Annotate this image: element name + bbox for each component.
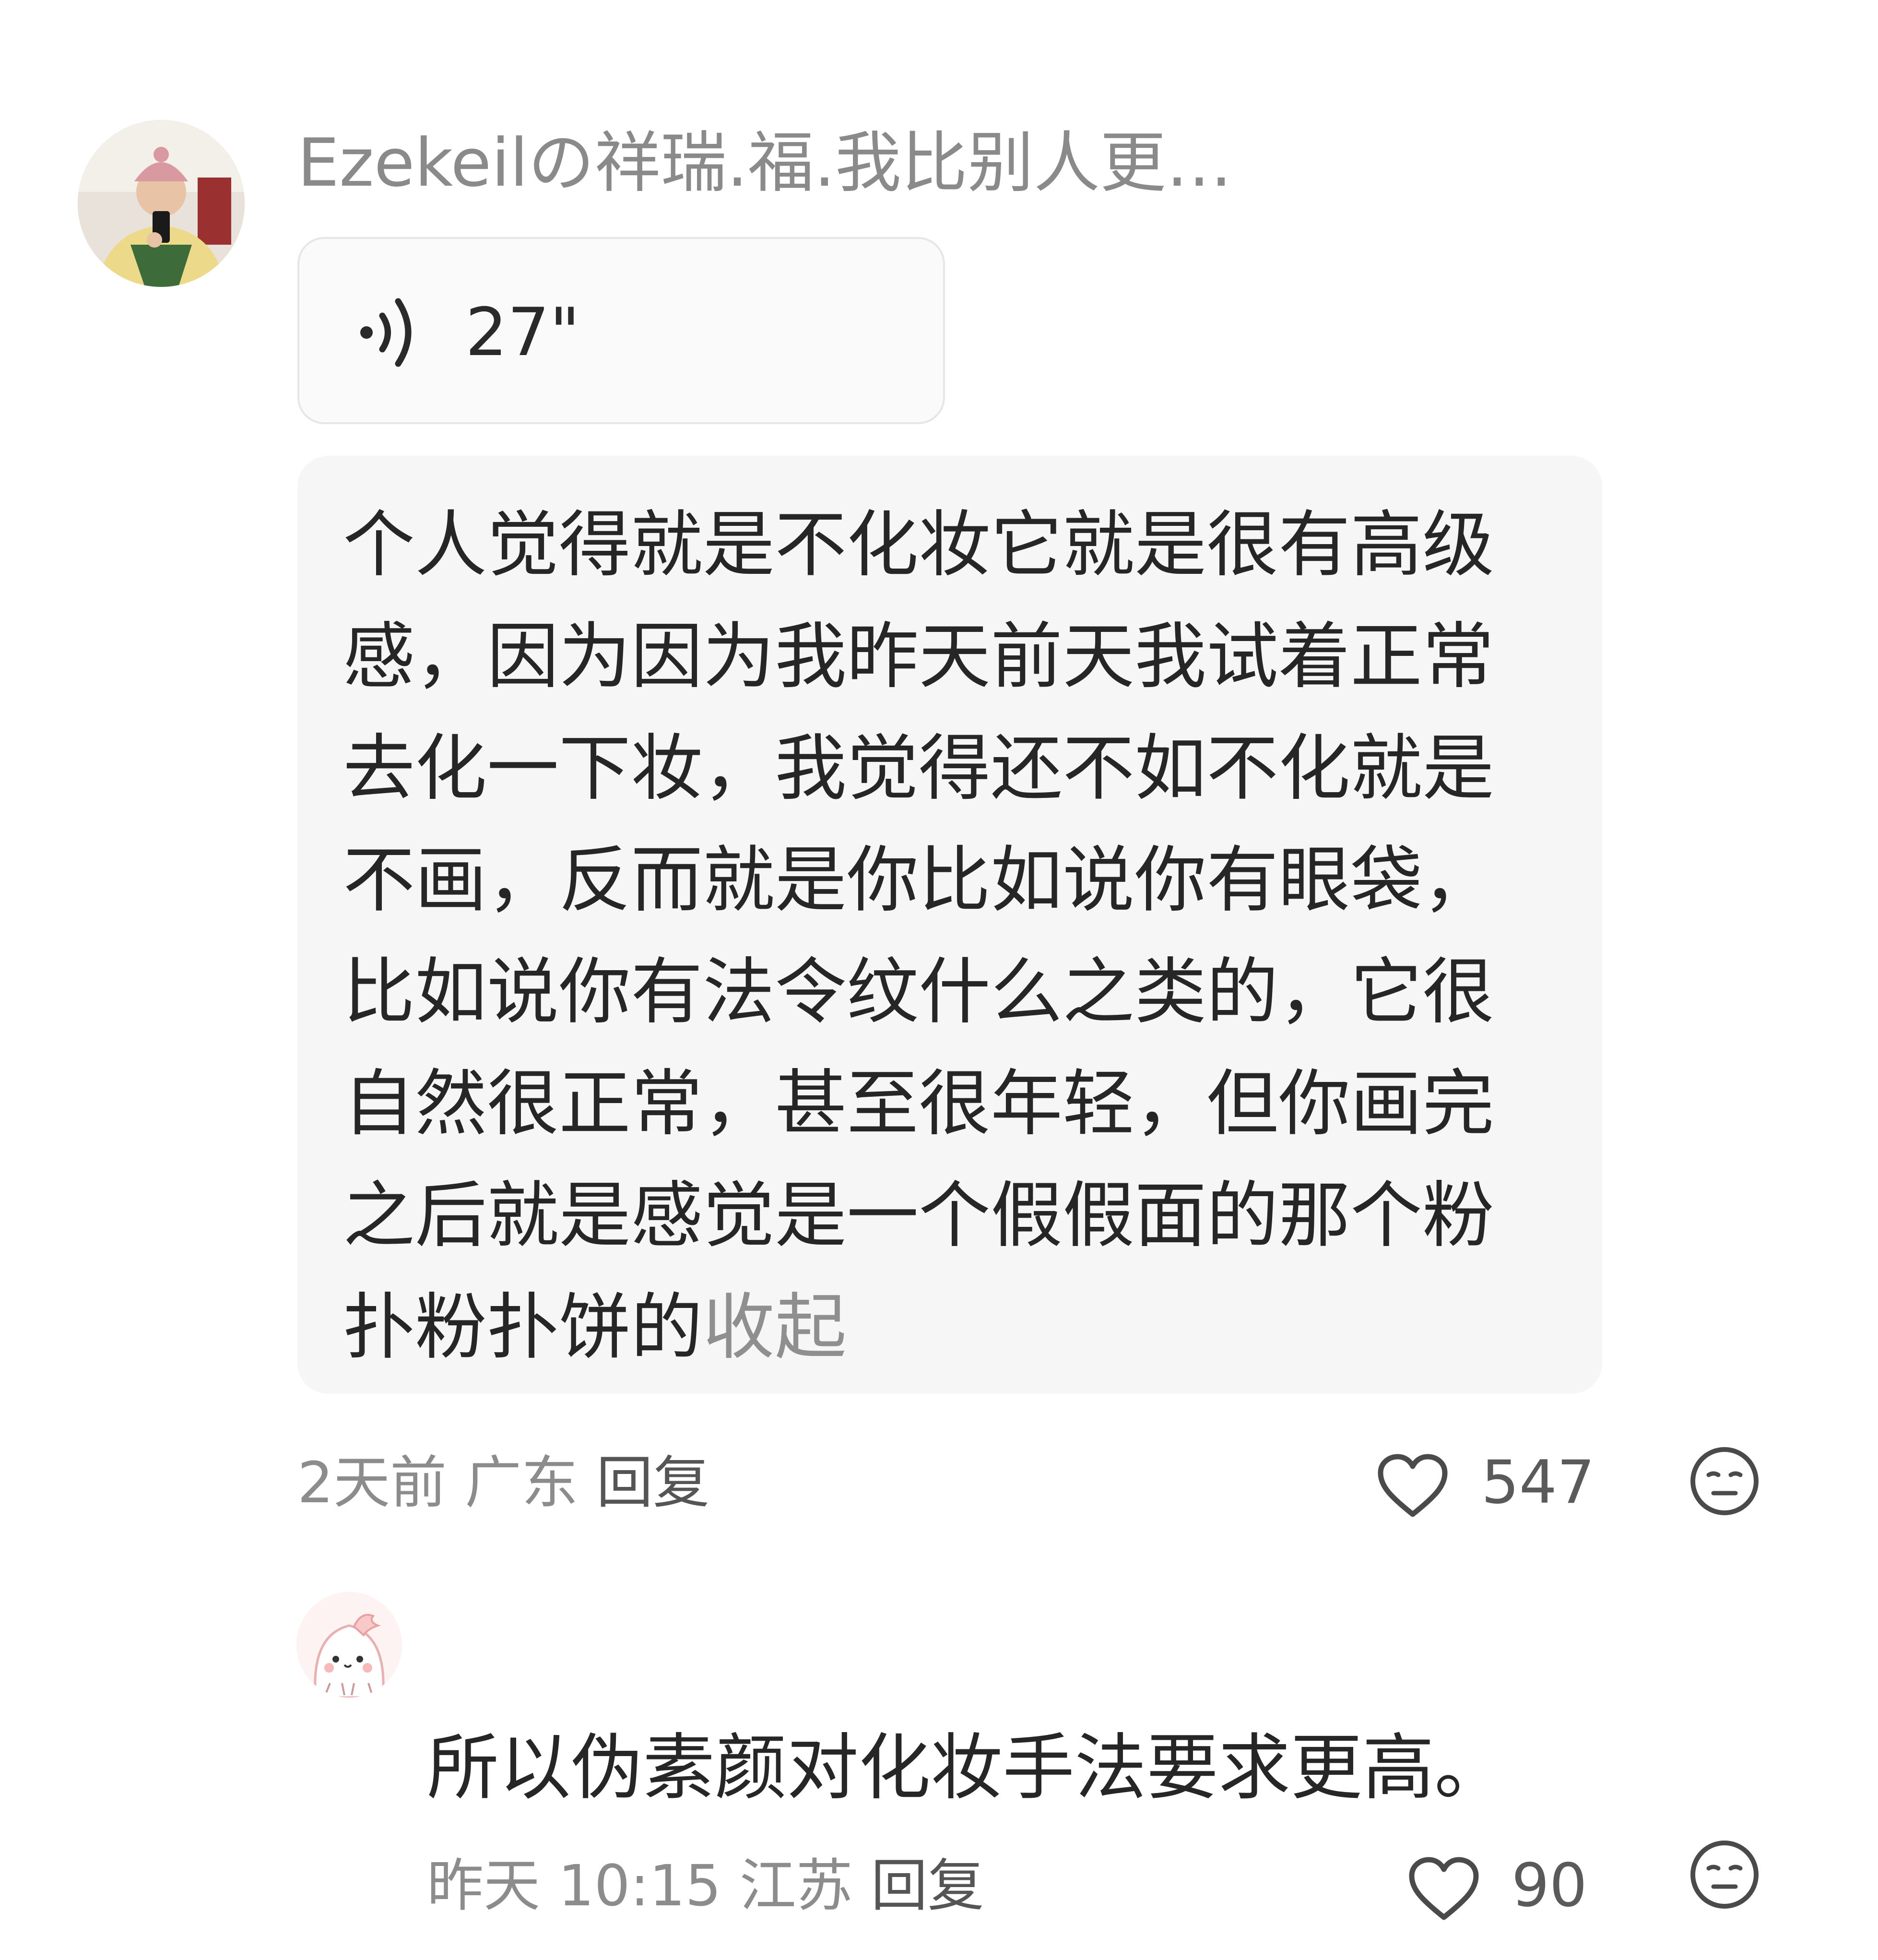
comment-meta: 2天前 广东 回复 (297, 1435, 709, 1531)
reply-comment-text: 所以伪素颜对化妆手法要求更高。 (427, 1726, 1507, 1810)
voice-message-bubble[interactable]: 27" (297, 237, 945, 424)
reply-button[interactable]: 回复 (596, 1449, 709, 1516)
neutral-face-emoji-icon[interactable] (1689, 1445, 1760, 1517)
comment-location: 广东 (465, 1449, 579, 1516)
heart-outline-icon (1378, 1454, 1448, 1517)
comment-time: 2天前 (297, 1449, 447, 1516)
avatar-photo (78, 120, 245, 287)
reply-button[interactable]: 回复 (871, 1853, 984, 1919)
cartoon-avatar (296, 1592, 402, 1698)
reply-comment-meta: 昨天 10:15 江苏 回复 (427, 1838, 984, 1934)
heart-outline-icon (1409, 1857, 1479, 1920)
comment-location: 江苏 (739, 1853, 853, 1919)
neutral-face-emoji-icon[interactable] (1689, 1839, 1760, 1911)
like-count: 547 (1481, 1448, 1595, 1517)
comment-text-content: 个人觉得就是不化妆它就是很有高级感，因为因为我昨天前天我试着正常去化一下妆，我觉… (343, 503, 1495, 1369)
voice-duration: 27" (465, 294, 580, 371)
collapse-button[interactable]: 收起 (703, 1286, 847, 1369)
comment-text: 个人觉得就是不化妆它就是很有高级感，因为因为我昨天前天我试着正常去化一下妆，我觉… (343, 489, 1525, 1384)
user-avatar[interactable] (78, 120, 245, 287)
comment-time: 昨天 10:15 (427, 1853, 721, 1919)
voice-transcript-bubble: 个人觉得就是不化妆它就是很有高级感，因为因为我昨天前天我试着正常去化一下妆，我觉… (297, 456, 1602, 1394)
comment-username[interactable]: Ezekeilの祥瑞.福.我比别人更… (297, 120, 1232, 206)
voice-wave-icon (360, 298, 412, 367)
reply-user-avatar[interactable] (296, 1592, 402, 1698)
like-count: 90 (1512, 1851, 1587, 1920)
